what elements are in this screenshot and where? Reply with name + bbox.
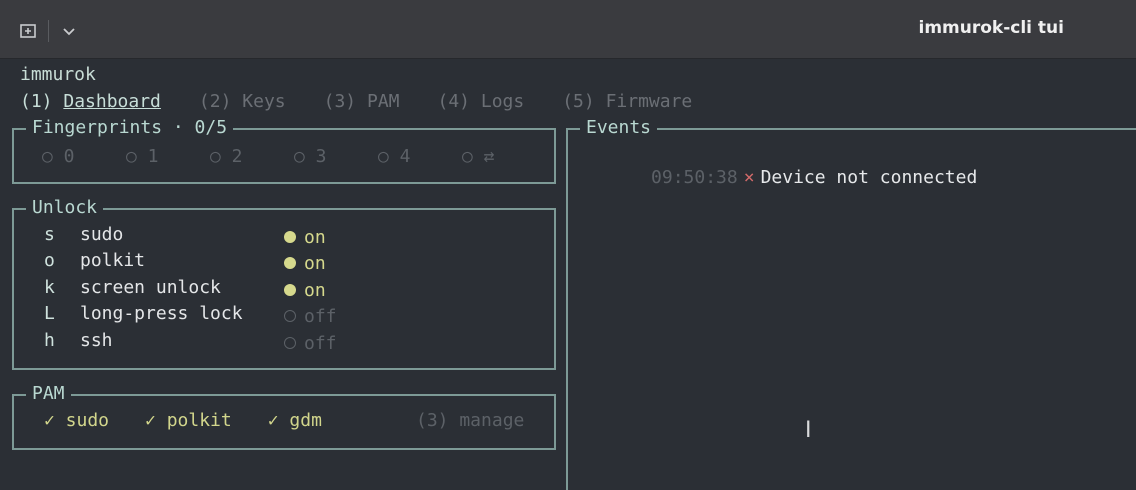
chevron-down-icon[interactable] xyxy=(55,17,83,45)
event-entry: 09:50:38 × Device not connected xyxy=(586,146,977,209)
tab-bar: (1) Dashboard (2) Keys (3) PAM (4) Logs … xyxy=(20,91,730,112)
events-title: Events xyxy=(580,118,658,138)
fingerprint-swap-slot[interactable]: ○ ⇄ xyxy=(462,146,546,167)
shortcut-key: o xyxy=(44,250,55,271)
status-on-dot xyxy=(284,231,296,243)
unlock-title: Unlock xyxy=(26,198,104,218)
fingerprint-slot[interactable]: ○ 2 xyxy=(210,146,294,167)
titlebar-controls xyxy=(14,14,83,48)
tab-logs[interactable]: (4) Logs xyxy=(438,91,525,112)
shortcut-key: s xyxy=(44,224,55,245)
status-on-dot xyxy=(284,284,296,296)
status-on-dot xyxy=(284,257,296,269)
new-tab-icon[interactable] xyxy=(14,17,42,45)
unlock-row-sudo[interactable]: s sudo on xyxy=(44,224,326,250)
fingerprint-slot[interactable]: ○ 1 xyxy=(126,146,210,167)
pam-panel: PAM ✓ sudo ✓ polkit ✓ gdm (3) manage xyxy=(12,384,556,450)
pam-title: PAM xyxy=(26,384,71,404)
fingerprint-slot[interactable]: ○ 0 xyxy=(42,146,126,167)
pam-manage-link[interactable]: (3) manage xyxy=(416,410,524,431)
unlock-row-screen-unlock[interactable]: k screen unlock on xyxy=(44,277,326,303)
tab-firmware[interactable]: (5) Firmware xyxy=(562,91,692,112)
shortcut-key: h xyxy=(44,330,55,351)
events-panel: Events 09:50:38 × Device not connected xyxy=(566,118,1136,490)
unlock-status: off xyxy=(304,332,337,354)
tab-pam[interactable]: (3) PAM xyxy=(324,91,400,112)
unlock-row-long-press-lock[interactable]: L long-press lock off xyxy=(44,303,337,329)
unlock-status: on xyxy=(304,279,326,301)
unlock-label: polkit xyxy=(80,250,146,271)
fingerprint-slot[interactable]: ○ 3 xyxy=(294,146,378,167)
fingerprint-slots: ○ 0 ○ 1 ○ 2 ○ 3 ○ 4 ○ ⇄ xyxy=(42,146,546,167)
shortcut-key: L xyxy=(44,303,55,324)
status-off-dot xyxy=(284,337,296,349)
app-name: immurok xyxy=(20,64,96,85)
unlock-status: off xyxy=(304,305,337,327)
fingerprint-slot[interactable]: ○ 4 xyxy=(378,146,462,167)
fingerprints-title: Fingerprints · 0/5 xyxy=(26,118,234,138)
tab-dashboard[interactable]: (1) Dashboard xyxy=(20,91,161,112)
fingerprints-panel: Fingerprints · 0/5 ○ 0 ○ 1 ○ 2 ○ 3 ○ 4 ○… xyxy=(12,118,556,184)
text-cursor-icon: I xyxy=(805,418,812,443)
unlock-status: on xyxy=(304,252,326,274)
unlock-row-ssh[interactable]: h ssh off xyxy=(44,330,337,356)
titlebar-divider xyxy=(48,20,49,42)
unlock-status: on xyxy=(304,226,326,248)
unlock-row-polkit[interactable]: o polkit on xyxy=(44,250,326,276)
event-time: 09:50:38 xyxy=(651,167,738,188)
pam-item-sudo: ✓ sudo xyxy=(44,410,110,431)
event-message: Device not connected xyxy=(760,167,978,188)
window-titlebar: immurok-cli tui xyxy=(0,0,1136,59)
unlock-label: screen unlock xyxy=(80,277,221,298)
unlock-panel: Unlock s sudo on o polkit on k screen un… xyxy=(12,198,556,370)
pam-items: ✓ sudo ✓ polkit ✓ gdm xyxy=(44,410,358,431)
tab-keys[interactable]: (2) Keys xyxy=(199,91,286,112)
shortcut-key: k xyxy=(44,277,55,298)
pam-item-polkit: ✓ polkit xyxy=(145,410,232,431)
pam-item-gdm: ✓ gdm xyxy=(267,410,322,431)
status-off-dot xyxy=(284,310,296,322)
window-title: immurok-cli tui xyxy=(918,18,1065,38)
terminal-area: immurok (1) Dashboard (2) Keys (3) PAM (… xyxy=(0,58,1136,490)
unlock-label: long-press lock xyxy=(80,303,243,324)
unlock-label: sudo xyxy=(80,224,124,245)
unlock-label: ssh xyxy=(80,330,113,351)
error-icon: × xyxy=(743,167,755,188)
